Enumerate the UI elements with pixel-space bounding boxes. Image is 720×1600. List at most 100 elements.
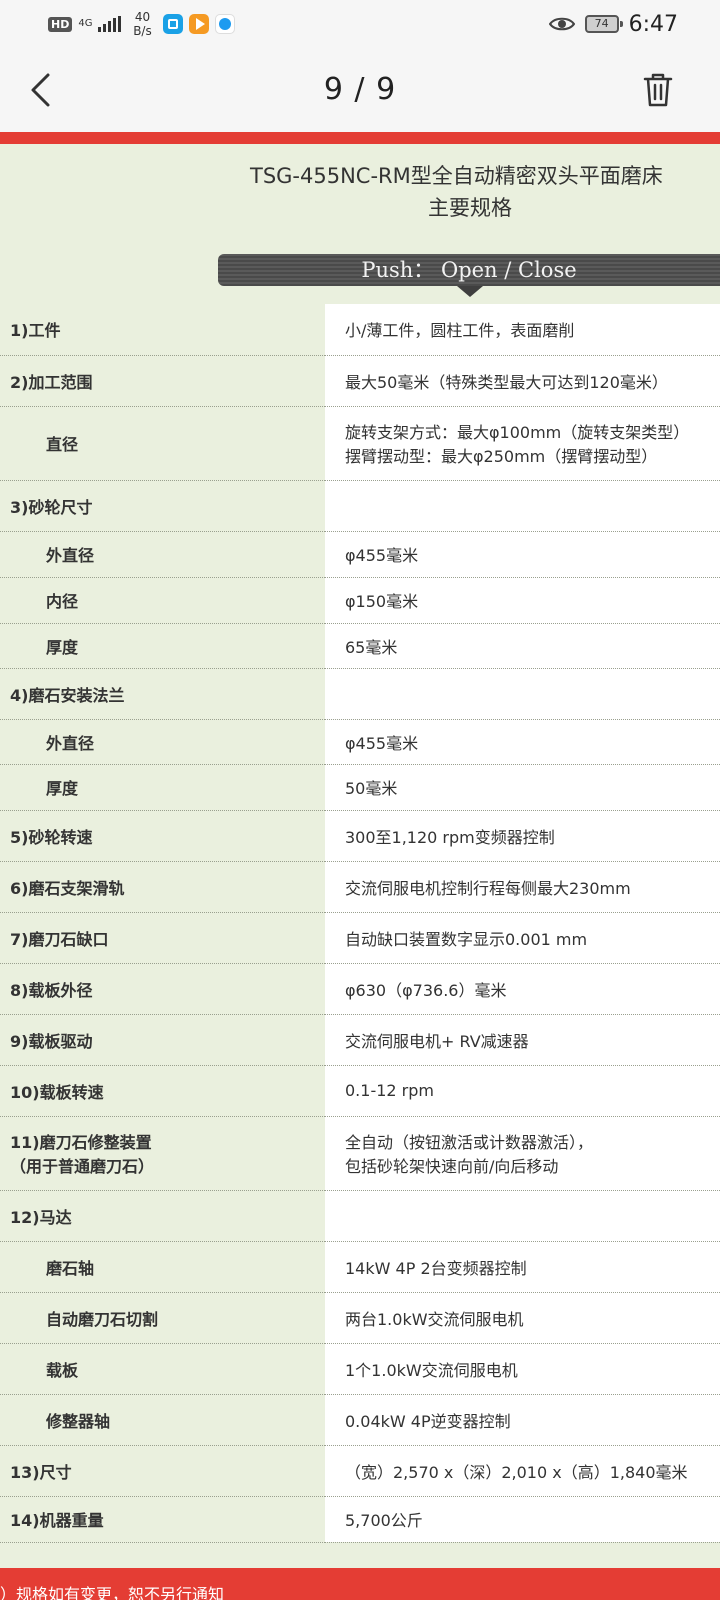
spec-value: 旋转支架方式：最大φ100mm（旋转支架类型） 摆臂摆动型：最大φ250mm（摆… [325, 406, 720, 481]
spec-value: 最大50毫米（特殊类型最大可达到120毫米） [325, 355, 720, 407]
spec-table: 1)工件 小/薄工件，圆柱工件，表面磨削 2)加工范围 最大50毫米（特殊类型最… [0, 304, 720, 1543]
spec-value-line1: 旋转支架方式：最大φ100mm（旋转支架类型） [345, 423, 690, 442]
table-row: 载板 1个1.0kW交流伺服电机 [0, 1343, 720, 1395]
spec-value: 小/薄工件，圆柱工件，表面磨削 [325, 304, 720, 356]
spec-label: 外直径 [0, 719, 325, 765]
spec-label: 1)工件 [0, 304, 325, 356]
table-row: 11)磨刀石修整装置 （用于普通磨刀石） 全自动（按钮激活或计数器激活）， 包括… [0, 1116, 720, 1191]
table-row: 自动磨刀石切割 两台1.0kW交流伺服电机 [0, 1292, 720, 1344]
table-row: 5)砂轮转速 300至1,120 rpm变频器控制 [0, 810, 720, 862]
table-row: 修整器轴 0.04kW 4P逆变器控制 [0, 1394, 720, 1446]
signal-icon [98, 16, 122, 32]
spec-label: 10)载板转速 [0, 1065, 325, 1117]
spec-label: 2)加工范围 [0, 355, 325, 407]
spec-title: TSG-455NC-RM型全自动精密双头平面磨床 主要规格 [250, 160, 700, 222]
table-row: 2)加工范围 最大50毫米（特殊类型最大可达到120毫米） [0, 355, 720, 407]
app-icon-round [215, 14, 236, 34]
spec-value: 0.04kW 4P逆变器控制 [325, 1394, 720, 1446]
spec-value: 两台1.0kW交流伺服电机 [325, 1292, 720, 1344]
spec-label: 4)磨石安装法兰 [0, 668, 325, 720]
image-viewer-content[interactable]: TSG-455NC-RM型全自动精密双头平面磨床 主要规格 Push： Open… [0, 132, 720, 1600]
spec-value: 14kW 4P 2台变频器控制 [325, 1241, 720, 1293]
spec-value [325, 480, 720, 532]
spec-label: 厚度 [0, 764, 325, 811]
page-counter: 9 / 9 [323, 72, 397, 107]
spec-label: 3)砂轮尺寸 [0, 480, 325, 532]
spec-label-line2: （用于普通磨刀石） [10, 1157, 155, 1176]
spec-label: 5)砂轮转速 [0, 810, 325, 862]
table-row: 13)尺寸 （宽）2,570 x（深）2,010 x（高）1,840毫米 [0, 1445, 720, 1497]
spec-label: 外直径 [0, 531, 325, 578]
spec-label: 厚度 [0, 623, 325, 669]
status-bar: HD 4G 40 B/s 74 6:47 [0, 0, 720, 48]
spec-value: 5,700公斤 [325, 1496, 720, 1543]
table-row: 厚度 65毫米 [0, 623, 720, 669]
table-row: 6)磨石支架滑轨 交流伺服电机控制行程每侧最大230mm [0, 861, 720, 913]
spec-value: 65毫米 [325, 623, 720, 669]
spec-value: 自动缺口装置数字显示0.001 mm [325, 912, 720, 964]
hd-badge: HD [48, 16, 73, 32]
table-row: 外直径 φ455毫米 [0, 531, 720, 578]
table-row: 厚度 50毫米 [0, 764, 720, 811]
spec-value-line2: 摆臂摆动型：最大φ250mm（摆臂摆动型） [345, 447, 658, 466]
spec-value: φ630（φ736.6）毫米 [325, 963, 720, 1015]
spec-label: 14)机器重量 [0, 1496, 325, 1543]
eye-icon [548, 17, 575, 31]
delete-button[interactable] [636, 68, 680, 112]
app-icon-orange [189, 14, 210, 34]
network-type: 4G [78, 18, 93, 29]
spec-label: 9)载板驱动 [0, 1014, 325, 1066]
spec-label: 7)磨刀石缺口 [0, 912, 325, 964]
table-row: 外直径 φ455毫米 [0, 719, 720, 765]
table-row: 1)工件 小/薄工件，圆柱工件，表面磨削 [0, 304, 720, 356]
spec-value: φ150毫米 [325, 577, 720, 624]
spec-value: 全自动（按钮激活或计数器激活）， 包括砂轮架快速向前/向后移动 [325, 1116, 720, 1191]
spec-label: 13)尺寸 [0, 1445, 325, 1497]
footer-note: ）规格如有变更，恕不另行通知 [0, 1568, 720, 1600]
spec-value-line1: 全自动（按钮激活或计数器激活）， [345, 1133, 594, 1152]
spec-value: 300至1,120 rpm变频器控制 [325, 810, 720, 862]
spec-label: 自动磨刀石切割 [0, 1292, 325, 1344]
status-right: 74 6:47 [548, 10, 678, 38]
spec-label: 内径 [0, 577, 325, 624]
table-row: 8)载板外径 φ630（φ736.6）毫米 [0, 963, 720, 1015]
spec-label: 12)马达 [0, 1190, 325, 1242]
spec-value [325, 1190, 720, 1242]
table-row: 3)砂轮尺寸 [0, 480, 720, 532]
spec-label: 8)载板外径 [0, 963, 325, 1015]
spec-label: 11)磨刀石修整装置 （用于普通磨刀石） [0, 1116, 325, 1191]
table-row: 14)机器重量 5,700公斤 [0, 1496, 720, 1543]
spec-label: 6)磨石支架滑轨 [0, 861, 325, 913]
spec-value: （宽）2,570 x（深）2,010 x（高）1,840毫米 [325, 1445, 720, 1497]
spec-label-line1: 11)磨刀石修整装置 [10, 1133, 152, 1152]
spec-value: 1个1.0kW交流伺服电机 [325, 1343, 720, 1395]
caret-down-icon [457, 286, 483, 297]
spec-value: 交流伺服电机控制行程每侧最大230mm [325, 861, 720, 913]
table-row: 内径 φ150毫米 [0, 577, 720, 624]
speed-value: 40 [134, 10, 151, 24]
spec-value: φ455毫米 [325, 719, 720, 765]
spec-label: 磨石轴 [0, 1241, 325, 1293]
table-row: 磨石轴 14kW 4P 2台变频器控制 [0, 1241, 720, 1293]
top-app-bar: 9 / 9 [0, 48, 720, 132]
table-row: 12)马达 [0, 1190, 720, 1242]
clock: 6:47 [628, 11, 678, 37]
table-row: 7)磨刀石缺口 自动缺口装置数字显示0.001 mm [0, 912, 720, 964]
battery-icon: 74 [584, 15, 623, 33]
trash-icon [643, 73, 673, 107]
spec-value: 0.1-12 rpm [325, 1065, 720, 1117]
spec-label: 直径 [0, 406, 325, 481]
spec-value: φ455毫米 [325, 531, 720, 578]
table-row: 4)磨石安装法兰 [0, 668, 720, 720]
spec-title-line2: 主要规格 [428, 196, 512, 220]
spec-value [325, 668, 720, 720]
table-row: 直径 旋转支架方式：最大φ100mm（旋转支架类型） 摆臂摆动型：最大φ250m… [0, 406, 720, 481]
table-row: 10)载板转速 0.1-12 rpm [0, 1065, 720, 1117]
open-close-toggle: Push： Open / Close [218, 254, 720, 286]
table-row: 9)载板驱动 交流伺服电机+ RV减速器 [0, 1014, 720, 1066]
network-speed: 40 B/s [127, 10, 157, 38]
spec-title-line1: TSG-455NC-RM型全自动精密双头平面磨床 [250, 164, 663, 188]
spec-value: 交流伺服电机+ RV减速器 [325, 1014, 720, 1066]
header-red-band [0, 132, 720, 144]
spec-value: 50毫米 [325, 764, 720, 811]
